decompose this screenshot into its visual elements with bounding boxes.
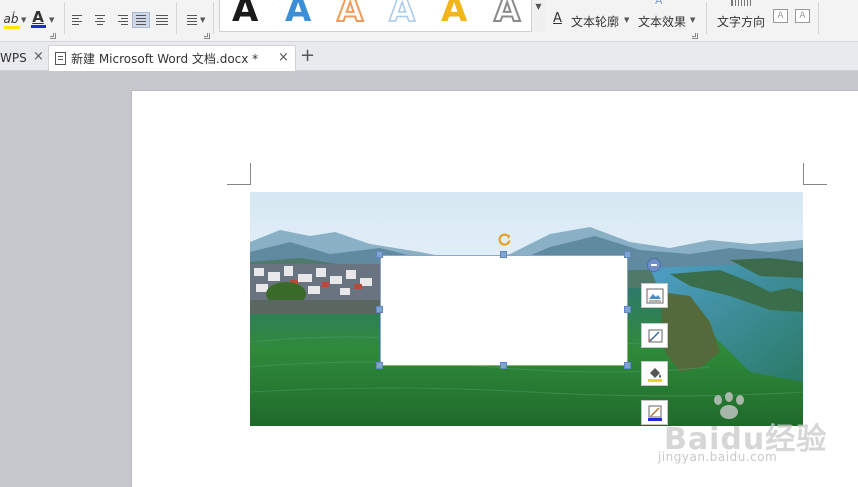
style-sample-orange-outline[interactable]: A [336, 0, 364, 31]
tab-label: WPS [0, 51, 27, 65]
resize-handle-top-right[interactable] [624, 251, 631, 258]
resize-handle-bottom[interactable] [500, 362, 507, 369]
font-color-dropdown-arrow[interactable]: ▼ [49, 16, 54, 24]
art-text-group-launcher[interactable] [692, 33, 698, 39]
distributed-align-button[interactable] [153, 12, 171, 28]
style-sample-gray[interactable]: A [493, 0, 521, 31]
gallery-more-button[interactable]: ▼ [531, 0, 545, 32]
font-color-bar [30, 24, 46, 28]
highlight-button[interactable]: aḃ [0, 8, 22, 30]
text-effect-icon: A [655, 0, 663, 7]
text-effect-button[interactable]: 文本效果 [638, 13, 686, 30]
rotate-handle-icon[interactable] [497, 232, 512, 247]
margin-corner-mark [227, 163, 251, 185]
text-outline-button[interactable]: 文本轮廓 [571, 13, 619, 30]
font-group-launcher[interactable] [50, 33, 56, 39]
tab-close-icon[interactable]: × [33, 49, 44, 64]
style-sample-blue[interactable]: A [285, 0, 311, 30]
gallery-scroll-arrow-icon: ▼ [535, 2, 542, 11]
paragraph-group-launcher[interactable] [204, 33, 210, 39]
selected-text-box[interactable] [380, 255, 628, 366]
text-outline-dropdown-arrow[interactable]: ▼ [624, 16, 629, 24]
layout-options-button[interactable] [641, 283, 668, 308]
text-direction-button[interactable]: 文字方向 [717, 13, 765, 30]
resize-handle-top[interactable] [500, 251, 507, 258]
new-tab-icon[interactable]: + [300, 45, 315, 66]
fill-color-button[interactable] [641, 361, 668, 386]
line-spacing-dropdown-arrow[interactable]: ▼ [200, 16, 205, 24]
collapse-toolbar-button[interactable] [647, 258, 661, 272]
highlight-pen-icon: aḃ [3, 12, 20, 29]
font-color-icon: A [32, 7, 44, 26]
text-effect-dropdown-arrow[interactable]: ▼ [690, 16, 695, 24]
tab-document[interactable]: 新建 Microsoft Word 文档.docx * × [48, 45, 296, 71]
separator [706, 2, 707, 34]
style-sample-blue-outline[interactable]: A [388, 0, 416, 31]
shape-edit-button[interactable] [641, 323, 668, 348]
separator [176, 2, 177, 34]
shape-edit-icon [647, 329, 662, 342]
watermark-url: jingyan.baidu.com [658, 450, 778, 464]
tab-close-icon[interactable]: × [278, 50, 289, 65]
line-spacing-button[interactable] [180, 12, 200, 28]
font-color-button[interactable]: A [29, 6, 47, 30]
document-file-icon [55, 52, 66, 65]
text-box-align-icon[interactable]: A [773, 9, 788, 23]
resize-handle-bottom-right[interactable] [624, 362, 631, 369]
text-direction-icon [731, 0, 751, 6]
separator [818, 2, 819, 34]
document-tab-bar: WPS × 新建 Microsoft Word 文档.docx * × + [0, 42, 858, 71]
style-sample-black[interactable]: A [232, 0, 258, 30]
resize-handle-right[interactable] [624, 306, 631, 313]
style-sample-gold[interactable]: A [441, 0, 467, 30]
highlight-dropdown-arrow[interactable]: ▼ [21, 16, 26, 24]
resize-handle-left[interactable] [376, 306, 383, 313]
resize-handle-bottom-left[interactable] [376, 362, 383, 369]
separator [213, 2, 214, 34]
align-center-button[interactable] [91, 12, 109, 28]
justify-button[interactable] [132, 12, 150, 28]
separator [64, 2, 65, 34]
tab-label: 新建 Microsoft Word 文档.docx * [71, 52, 259, 66]
fill-bucket-icon [647, 367, 662, 382]
text-outline-icon: A [553, 11, 562, 26]
text-box-link-icon[interactable]: A [795, 9, 810, 23]
margin-corner-mark [803, 163, 827, 185]
layout-options-icon [646, 288, 663, 303]
text-style-gallery: A A A A A A [219, 0, 545, 32]
ribbon-toolbar: aḃ ▼ A ▼ ▼ A A A A A A ▼ A 文本轮廓 ▼ A 文本效果… [0, 0, 858, 42]
resize-handle-top-left[interactable] [376, 251, 383, 258]
tab-wps[interactable]: WPS × [0, 45, 46, 71]
align-right-button[interactable] [113, 12, 131, 28]
align-left-button[interactable] [69, 12, 87, 28]
baidu-watermark: Baidu经验 jingyan.baidu.com [652, 392, 858, 472]
